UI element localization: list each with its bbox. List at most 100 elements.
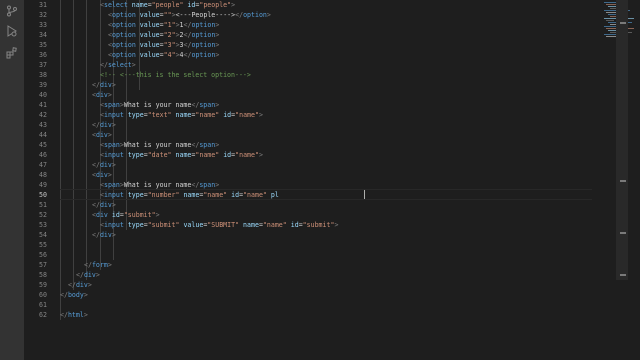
code-line[interactable]: 35 <option value="3">3</option> [24,40,628,50]
code-token: type [127,151,144,159]
code-token: div [99,231,112,239]
code-line[interactable]: 51 </div> [24,200,628,210]
code-token: "people" [199,1,232,9]
code-line[interactable]: 61 [24,300,628,310]
line-number: 59 [39,281,47,289]
code-line[interactable]: 39 </div> [24,80,628,90]
code-token: </ [60,311,68,319]
line-number: 51 [39,201,47,209]
code-token: > [83,291,88,299]
code-line[interactable]: 62 </html> [24,310,628,320]
code-line[interactable]: 37 </select> [24,60,628,70]
code-line[interactable]: 48 <div> [24,170,628,180]
code-line[interactable]: 40 <div> [24,90,628,100]
code-line[interactable]: 46 <input type="date" name="name" id="nam… [24,150,628,160]
code-line[interactable]: 41 <span>What is your name</span> [24,100,628,110]
code-token: div [99,81,112,89]
minimap-line [606,20,614,21]
vertical-scrollbar[interactable] [616,0,628,360]
code-token: "name" [203,191,228,199]
code-line[interactable]: 57 </form> [24,260,628,270]
code-line[interactable]: 32 <option value=""><---People----></opti… [24,10,628,20]
line-number: 55 [39,241,47,249]
line-number: 53 [39,221,47,229]
code-token: "3" [163,41,176,49]
line-number: 49 [39,181,47,189]
line-number: 35 [39,41,47,49]
code-line[interactable]: 56 [24,250,628,260]
activity-bar [0,0,24,360]
code-token: option [111,31,136,39]
code-token: > [231,1,236,9]
code-line[interactable]: 43 </div> [24,120,628,130]
code-text: <span>What is your name</span> [100,100,219,110]
code-line[interactable]: 50 <input type="number" name="name" id="n… [24,190,628,200]
code-token: > [111,121,116,129]
extensions-icon[interactable] [5,46,19,60]
code-line[interactable]: 33 <option value="1">1</option> [24,20,628,30]
line-number: 38 [39,71,47,79]
code-text: <select name="people" id="people"> [100,0,235,10]
code-editor[interactable]: 31 <select name="people" id="people"> 32 <o… [24,0,634,360]
code-token: div [95,211,108,219]
code-token: "submit" [302,221,335,229]
code-line[interactable]: 31 <select name="people" id="people"> [24,0,628,10]
code-token: html [67,311,84,319]
code-text: <!-- <---this is the select option---> [100,70,255,80]
code-token: span [103,101,120,109]
code-token: id [290,221,299,229]
code-line[interactable]: 54 </div> [24,230,628,240]
line-number: 47 [39,161,47,169]
code-line[interactable]: 59 </div> [24,280,628,290]
code-token: <!-- <---this is the select option---> [100,71,255,79]
code-token: option [111,51,136,59]
code-line[interactable]: 47 </div> [24,160,628,170]
code-line[interactable]: 60 </body> [24,290,628,300]
code-line[interactable]: 55 [24,240,628,250]
code-token: > [155,211,160,219]
code-line[interactable]: 52 <div id="submit"> [24,210,628,220]
code-line[interactable]: 44 <div> [24,130,628,140]
code-text: <input type="number" name="name" id="nam… [100,190,279,200]
code-line[interactable]: 49 <span>What is your name</span> [24,180,628,190]
code-token: > [131,61,136,69]
code-text: <option value="1">1</option> [108,20,219,30]
code-line[interactable]: 42 <input type="text" name="name" id="nam… [24,110,628,120]
scrollbar-marker [620,22,626,24]
code-token: span [199,101,216,109]
code-token: input [103,191,124,199]
line-number: 50 [39,191,47,199]
code-token: > [215,51,220,59]
code-token: What is your name [123,181,192,189]
code-text: </select> [100,60,136,70]
code-token: value [183,221,204,229]
code-line[interactable]: 36 <option value="4">4</option> [24,50,628,60]
line-number: 54 [39,231,47,239]
code-token: > [258,111,263,119]
line-number: 32 [39,11,47,19]
code-token: "name" [195,111,220,119]
code-text: <input type="date" name="name" id="name"… [100,150,263,160]
code-line[interactable]: 45 <span>What is your name</span> [24,140,628,150]
scrollbar-thumb[interactable] [616,0,628,280]
line-number: 45 [39,141,47,149]
run-debug-icon[interactable] [5,24,19,38]
code-token: option [191,21,216,29]
code-line[interactable]: 34 <option value="2">2</option> [24,30,628,40]
code-token: </ [235,11,244,19]
code-line[interactable]: 38 <!-- <---this is the select option---> [24,70,628,80]
code-token: option [111,21,136,29]
code-token: </ [92,231,100,239]
code-token: type [127,111,144,119]
source-control-icon[interactable] [5,4,19,18]
code-line[interactable]: 58 </div> [24,270,628,280]
code-line[interactable]: 53 <input type="submit" value="SUBMIT" na… [24,220,628,230]
code-token: > [107,171,112,179]
code-token: id [223,111,232,119]
code-text: <option value="3">3</option> [108,40,219,50]
line-number: 31 [39,1,47,9]
code-token: select [103,1,128,9]
code-token: input [103,111,124,119]
code-token: > [111,201,116,209]
code-token: > [111,81,116,89]
